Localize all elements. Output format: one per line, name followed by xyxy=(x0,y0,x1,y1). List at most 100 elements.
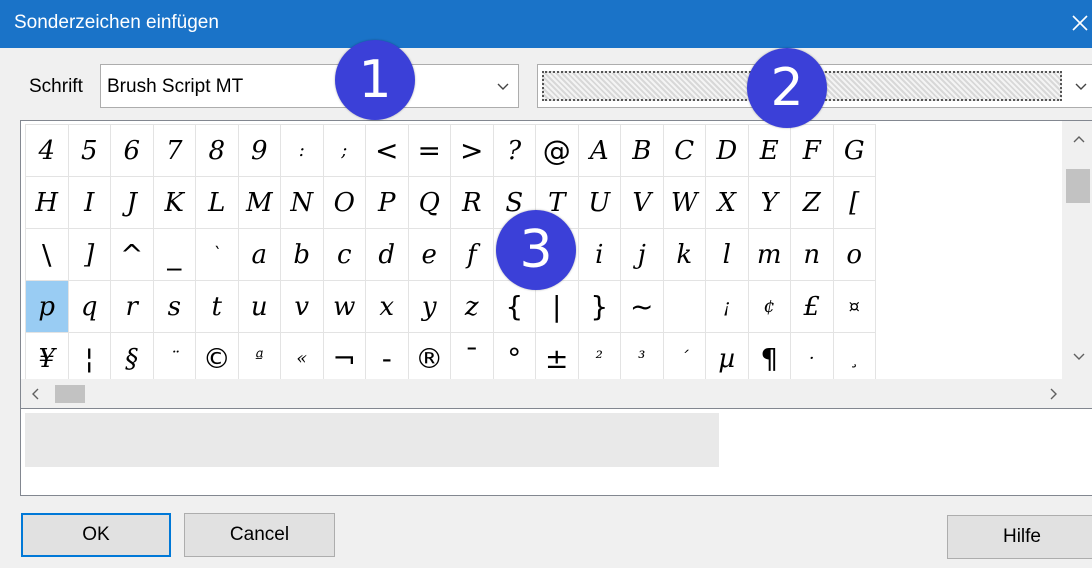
character-cell[interactable]: t xyxy=(195,280,239,333)
horizontal-scrollbar[interactable] xyxy=(21,379,1092,409)
character-cell[interactable]: A xyxy=(577,124,621,177)
character-cell[interactable]: ¶ xyxy=(747,332,791,379)
character-cell[interactable]: U xyxy=(577,176,621,229)
character-cell[interactable]: £ xyxy=(790,280,834,333)
character-cell[interactable]: y xyxy=(407,280,451,333)
character-cell[interactable]: } xyxy=(577,280,621,333)
vertical-scrollbar[interactable] xyxy=(1062,121,1092,379)
character-cell[interactable]: @ xyxy=(535,124,579,177)
character-cell[interactable]: 8 xyxy=(195,124,239,177)
character-cell[interactable]: i xyxy=(577,228,621,281)
character-cell[interactable]: C xyxy=(662,124,706,177)
character-cell[interactable]: j xyxy=(620,228,664,281)
character-cell[interactable]: ± xyxy=(535,332,579,379)
character-cell[interactable]: ] xyxy=(67,228,111,281)
scroll-down-icon[interactable] xyxy=(1073,353,1085,361)
character-cell[interactable]: ³ xyxy=(620,332,664,379)
character-cell[interactable]: - xyxy=(365,332,409,379)
character-cell[interactable]: W xyxy=(662,176,706,229)
character-cell[interactable]: n xyxy=(790,228,834,281)
character-cell[interactable]: < xyxy=(365,124,409,177)
character-cell[interactable]: p xyxy=(25,280,69,333)
ok-button[interactable]: OK xyxy=(21,513,171,557)
character-cell[interactable]: O xyxy=(322,176,366,229)
character-cell[interactable]: D xyxy=(705,124,749,177)
character-cell[interactable]: E xyxy=(747,124,791,177)
help-button[interactable]: Hilfe xyxy=(947,515,1092,559)
character-cell[interactable]: 7 xyxy=(152,124,196,177)
vertical-scroll-thumb[interactable] xyxy=(1066,169,1090,203)
character-cell[interactable]: Z xyxy=(790,176,834,229)
character-cell[interactable]: V xyxy=(620,176,664,229)
character-cell[interactable]: G xyxy=(832,124,876,177)
character-cell[interactable]: P xyxy=(365,176,409,229)
font-dropdown-arrow[interactable] xyxy=(488,65,518,107)
character-cell[interactable]: q xyxy=(67,280,111,333)
character-cell[interactable]: ; xyxy=(322,124,366,177)
character-cell[interactable]: z xyxy=(450,280,494,333)
character-cell[interactable]: > xyxy=(450,124,494,177)
character-cell[interactable]: M xyxy=(237,176,281,229)
character-cell[interactable]: ¤ xyxy=(832,280,876,333)
character-cell[interactable]: _ xyxy=(152,228,196,281)
character-cell[interactable]: [ xyxy=(832,176,876,229)
character-cell[interactable]: Q xyxy=(407,176,451,229)
cancel-button[interactable]: Cancel xyxy=(184,513,335,557)
character-cell[interactable]: : xyxy=(280,124,324,177)
character-cell[interactable]: 4 xyxy=(25,124,69,177)
character-cell[interactable]: I xyxy=(67,176,111,229)
character-cell[interactable]: = xyxy=(407,124,451,177)
character-cell[interactable]: ª xyxy=(237,332,281,379)
character-cell[interactable]: N xyxy=(280,176,324,229)
scroll-right-icon[interactable] xyxy=(1050,388,1058,400)
character-cell[interactable]: · xyxy=(790,332,834,379)
character-cell[interactable]: v xyxy=(280,280,324,333)
character-cell[interactable]: ¦ xyxy=(67,332,111,379)
scroll-left-icon[interactable] xyxy=(31,388,39,400)
character-cell[interactable]: \ xyxy=(25,228,69,281)
character-cell[interactable]: k xyxy=(662,228,706,281)
character-cell[interactable]: s xyxy=(152,280,196,333)
character-cell[interactable]: © xyxy=(195,332,239,379)
font-dropdown[interactable]: Brush Script MT xyxy=(100,64,519,108)
character-cell[interactable]: ¯ xyxy=(450,332,494,379)
character-cell[interactable]: x xyxy=(365,280,409,333)
character-cell[interactable]: c xyxy=(322,228,366,281)
character-cell[interactable]: o xyxy=(832,228,876,281)
character-cell[interactable]: r xyxy=(110,280,154,333)
character-cell[interactable]: ¸ xyxy=(832,332,876,379)
character-cell[interactable]: ´ xyxy=(662,332,706,379)
character-cell[interactable]: u xyxy=(237,280,281,333)
character-cell[interactable]: 6 xyxy=(110,124,154,177)
character-cell[interactable]: ² xyxy=(577,332,621,379)
subset-dropdown-arrow[interactable] xyxy=(1066,65,1092,107)
character-cell[interactable]: R xyxy=(450,176,494,229)
character-cell[interactable]: µ xyxy=(705,332,749,379)
character-cell[interactable]: d xyxy=(365,228,409,281)
character-cell[interactable]: ? xyxy=(492,124,536,177)
character-cell[interactable]: B xyxy=(620,124,664,177)
character-cell[interactable]: ~ xyxy=(620,280,664,333)
title-bar[interactable]: Sonderzeichen einfügen xyxy=(0,0,1092,48)
character-cell[interactable]: m xyxy=(747,228,791,281)
character-cell[interactable]: l xyxy=(705,228,749,281)
horizontal-scroll-thumb[interactable] xyxy=(55,385,85,403)
character-cell[interactable]: a xyxy=(237,228,281,281)
character-cell[interactable]: 9 xyxy=(237,124,281,177)
character-cell[interactable]: ° xyxy=(492,332,536,379)
character-cell[interactable]: ` xyxy=(195,228,239,281)
character-cell[interactable]: ® xyxy=(407,332,451,379)
close-button[interactable] xyxy=(1068,0,1092,48)
character-cell[interactable]: « xyxy=(280,332,324,379)
character-cell[interactable]: e xyxy=(407,228,451,281)
character-cell[interactable]: F xyxy=(790,124,834,177)
character-cell[interactable]: X xyxy=(705,176,749,229)
character-cell[interactable]: w xyxy=(322,280,366,333)
character-cell[interactable]: L xyxy=(195,176,239,229)
character-cell[interactable]: § xyxy=(110,332,154,379)
character-cell[interactable]: ¥ xyxy=(25,332,69,379)
character-cell[interactable]: H xyxy=(25,176,69,229)
character-cell[interactable]: 5 xyxy=(67,124,111,177)
character-cell[interactable]: b xyxy=(280,228,324,281)
character-cell[interactable]: ¢ xyxy=(747,280,791,333)
